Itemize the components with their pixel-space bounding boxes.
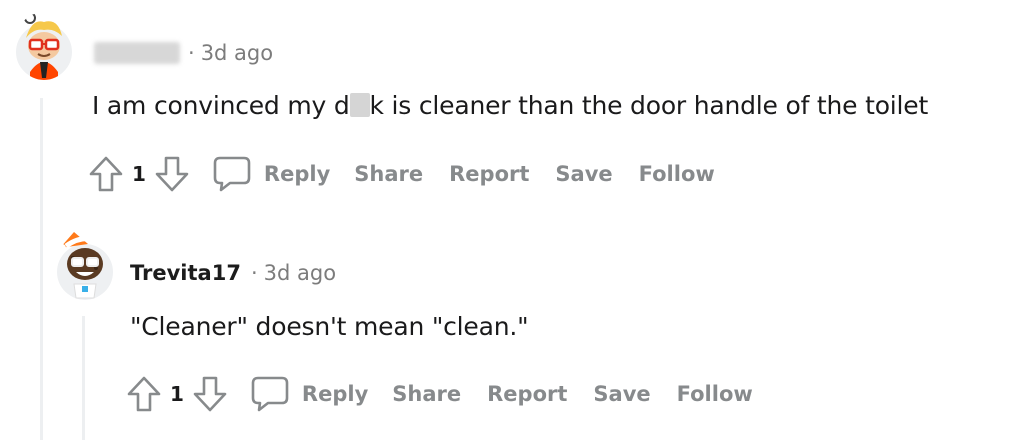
save-button[interactable]: Save (593, 382, 650, 406)
avatar[interactable] (14, 12, 74, 80)
snoo-avatar-icon (16, 12, 72, 80)
comment-body: "Cleaner" doesn't mean "clean." (130, 312, 529, 341)
username-redacted[interactable] (94, 42, 180, 64)
upvote-button[interactable] (126, 375, 162, 413)
comment-text-part: k is cleaner than the door handle of the… (369, 91, 929, 120)
reply-label: Reply (301, 382, 369, 406)
separator: · (188, 41, 195, 65)
vote-count: 1 (132, 162, 146, 186)
thread-line[interactable] (82, 316, 85, 440)
reply-button[interactable]: Reply (212, 155, 330, 193)
speech-bubble-icon (213, 156, 251, 192)
report-button[interactable]: Report (449, 162, 529, 186)
thread-line[interactable] (40, 98, 43, 440)
share-button[interactable]: Share (392, 382, 461, 406)
arrow-down-icon (193, 376, 227, 412)
downvote-button[interactable] (154, 155, 190, 193)
comment-actions: 1 Reply Share Report Save Follow (88, 152, 741, 196)
timestamp[interactable]: 3d ago (264, 261, 336, 285)
reply-button[interactable]: Reply (250, 375, 368, 413)
username[interactable]: Trevita17 (130, 261, 241, 285)
follow-button[interactable]: Follow (639, 162, 715, 186)
timestamp[interactable]: 3d ago (201, 41, 273, 65)
report-button[interactable]: Report (487, 382, 567, 406)
vote-count: 1 (170, 382, 184, 406)
separator: · (250, 261, 258, 285)
snoo-avatar-icon (57, 232, 113, 300)
downvote-button[interactable] (192, 375, 228, 413)
avatar[interactable] (54, 228, 116, 300)
comment-header: Trevita17 · 3d ago (130, 258, 336, 288)
share-button[interactable]: Share (354, 162, 423, 186)
upvote-button[interactable] (88, 155, 124, 193)
comment-header: · 3d ago (94, 38, 273, 68)
comment-body: I am convinced my d k is cleaner than the… (92, 91, 928, 120)
arrow-down-icon (155, 156, 189, 192)
redaction-mark (349, 93, 370, 117)
save-button[interactable]: Save (555, 162, 612, 186)
follow-button[interactable]: Follow (677, 382, 753, 406)
arrow-up-icon (127, 376, 161, 412)
reply-label: Reply (263, 162, 331, 186)
comment-actions: 1 Reply Share Report Save Follow (126, 372, 779, 416)
comment-text-part: I am convinced my d (92, 91, 350, 120)
arrow-up-icon (89, 156, 123, 192)
speech-bubble-icon (251, 376, 289, 412)
